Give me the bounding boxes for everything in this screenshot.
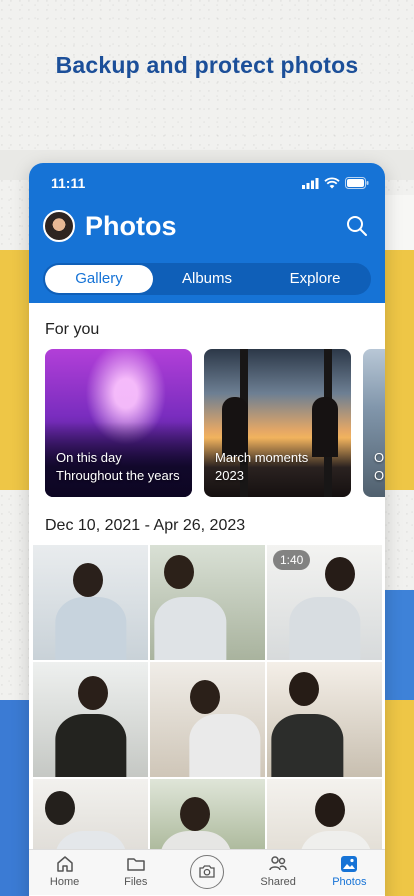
- background-strip: [384, 195, 414, 255]
- card-caption: O O: [374, 449, 384, 485]
- photo-subject: [189, 713, 261, 777]
- photo-subject-head: [164, 555, 194, 589]
- avatar[interactable]: [43, 210, 75, 242]
- card-caption-line2: 2023: [215, 468, 244, 483]
- card-caption-line2: O: [374, 468, 385, 483]
- memory-card-partial[interactable]: O O: [363, 349, 385, 497]
- nav-files-label: Files: [124, 876, 148, 888]
- photo-subject: [288, 596, 361, 660]
- background-yellow-left: [0, 250, 30, 490]
- card-caption: March moments 2023: [215, 449, 308, 485]
- app-header: 11:11 Photos Gallery Albums Explore: [29, 163, 385, 303]
- photo-thumbnail[interactable]: [150, 545, 265, 660]
- for-you-title: For you: [45, 321, 100, 338]
- card-image-silhouette: [312, 397, 338, 457]
- home-icon: [56, 856, 73, 872]
- photo-subject-head: [289, 672, 319, 706]
- battery-icon: [345, 177, 369, 189]
- status-icons: [302, 177, 369, 189]
- nav-home-label: Home: [49, 876, 80, 888]
- nav-camera[interactable]: [177, 854, 237, 889]
- photo-subject: [54, 713, 127, 777]
- camera-button[interactable]: [189, 855, 224, 889]
- photo-subject: [154, 596, 226, 660]
- tab-explore[interactable]: Explore: [261, 265, 369, 293]
- background-yellow-right: [384, 250, 414, 490]
- memory-card-on-this-day[interactable]: On this day Throughout the years: [45, 349, 192, 497]
- tab-gallery[interactable]: Gallery: [45, 265, 153, 293]
- background-lower-left: [0, 700, 30, 896]
- nav-home[interactable]: Home: [35, 854, 95, 888]
- nav-photos-label: Photos: [332, 876, 367, 888]
- photo-thumbnail[interactable]: [33, 662, 148, 777]
- photo-subject-head: [190, 680, 220, 714]
- photo-subject-head: [45, 791, 75, 825]
- card-caption-line2: Throughout the years: [56, 468, 180, 483]
- nav-shared[interactable]: Shared: [248, 854, 308, 888]
- search-icon: [347, 216, 367, 236]
- memory-card-march-moments[interactable]: March moments 2023: [204, 349, 351, 497]
- tab-albums[interactable]: Albums: [153, 265, 261, 293]
- folder-icon: [127, 858, 145, 871]
- main-content: For you On this day Throughout the years…: [29, 303, 385, 894]
- signal-icon: [302, 177, 319, 189]
- photo-subject-head: [180, 797, 210, 831]
- photo-thumbnail[interactable]: [267, 662, 382, 777]
- background-lower-right: [384, 700, 414, 896]
- phone-frame: 11:11 Photos Gallery Albums Explore For …: [29, 163, 385, 896]
- gallery-date-range: Dec 10, 2021 - Apr 26, 2023: [45, 517, 246, 534]
- status-bar: 11:11: [29, 163, 385, 203]
- photo-grid: 1:40: [29, 545, 385, 894]
- photo-subject-head: [315, 793, 345, 827]
- tab-bar: Gallery Albums Explore: [43, 263, 371, 295]
- photo-subject: [54, 596, 127, 660]
- page-title: Photos: [85, 210, 177, 241]
- for-you-carousel[interactable]: On this day Throughout the years March m…: [29, 349, 385, 497]
- card-caption: On this day Throughout the years: [56, 449, 180, 485]
- video-duration-badge: 1:40: [273, 550, 311, 570]
- status-time: 11:11: [51, 175, 86, 191]
- photo-subject-head: [78, 676, 108, 710]
- nav-photos[interactable]: Photos: [319, 854, 379, 888]
- photo-thumbnail[interactable]: [33, 545, 148, 660]
- photos-icon: [341, 856, 358, 872]
- promo-headline: Backup and protect photos: [55, 52, 359, 78]
- photo-subject-head: [73, 563, 103, 597]
- photo-subject: [271, 713, 343, 777]
- video-thumbnail[interactable]: 1:40: [267, 545, 382, 660]
- photo-subject-head: [325, 557, 355, 591]
- card-caption-line1: On this day: [56, 450, 122, 465]
- card-caption-line1: O: [374, 450, 385, 465]
- people-icon: [269, 856, 287, 871]
- camera-icon: [199, 865, 215, 878]
- card-caption-line1: March moments: [215, 450, 309, 465]
- photo-thumbnail[interactable]: [150, 662, 265, 777]
- nav-files[interactable]: Files: [106, 854, 166, 888]
- card-image-silhouette: [222, 397, 248, 457]
- bottom-navigation: Home Files Shared Photos: [29, 849, 385, 895]
- nav-shared-label: Shared: [260, 876, 296, 888]
- title-row: Photos: [29, 203, 385, 249]
- search-button[interactable]: [343, 212, 371, 240]
- wifi-icon: [324, 177, 340, 189]
